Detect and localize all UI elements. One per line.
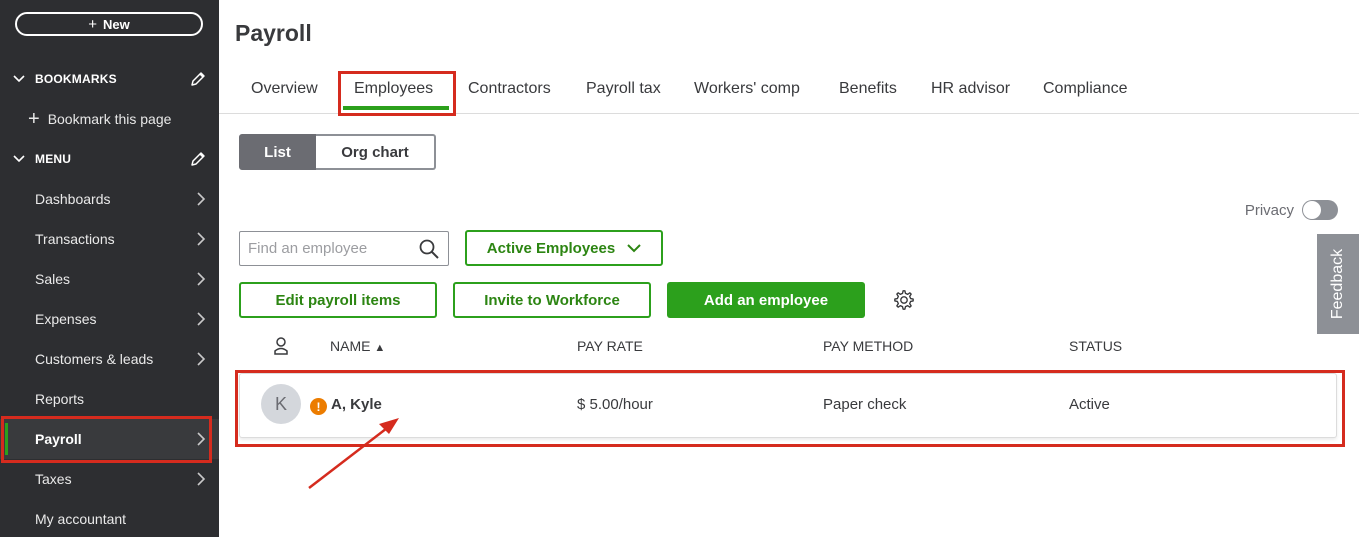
- sidebar-item-label: Payroll: [35, 431, 82, 447]
- pencil-icon[interactable]: [189, 150, 207, 168]
- avatar: K: [261, 384, 301, 424]
- sidebar-item-taxes[interactable]: Taxes: [0, 459, 219, 499]
- table-row[interactable]: K ! A, Kyle $ 5.00/hour Paper check Acti…: [239, 373, 1337, 438]
- sidebar-item-label: My accountant: [35, 511, 127, 527]
- tab-benefits[interactable]: Benefits: [839, 80, 897, 98]
- privacy-toggle[interactable]: [1302, 200, 1338, 220]
- employee-search: [239, 231, 449, 266]
- plus-icon: +: [28, 108, 40, 130]
- page-title: Payroll: [235, 20, 312, 46]
- active-tab-indicator: [343, 106, 449, 110]
- invite-to-workforce-button[interactable]: Invite to Workforce: [453, 282, 651, 318]
- sidebar-item-payroll[interactable]: Payroll: [0, 419, 219, 459]
- feedback-tab[interactable]: Feedback: [1317, 234, 1359, 334]
- edit-payroll-items-button[interactable]: Edit payroll items: [239, 282, 437, 318]
- chevron-right-icon: [197, 232, 206, 246]
- sidebar-item-label: Dashboards: [35, 191, 111, 207]
- sidebar-item-my-accountant[interactable]: My accountant: [0, 499, 219, 537]
- chevron-right-icon: [197, 352, 206, 366]
- sidebar-item-label: Sales: [35, 271, 71, 287]
- main-content: Payroll Overview Employees Contractors P…: [219, 0, 1359, 537]
- chevron-right-icon: [197, 272, 206, 286]
- menu-section-header[interactable]: MENU: [12, 149, 212, 169]
- chevron-right-icon: [197, 312, 206, 326]
- sidebar-item-label: Reports: [35, 391, 85, 407]
- bookmarks-section-header[interactable]: BOOKMARKS: [12, 69, 212, 89]
- sidebar-item-dashboards[interactable]: Dashboards: [0, 179, 219, 219]
- status-column-header[interactable]: STATUS: [1069, 338, 1122, 354]
- privacy-control: Privacy: [1245, 200, 1338, 220]
- view-toggle: List Org chart: [239, 134, 436, 170]
- bookmarks-label: BOOKMARKS: [35, 72, 117, 86]
- gear-icon[interactable]: [893, 289, 915, 311]
- chevron-down-icon: [627, 244, 641, 253]
- tab-compliance[interactable]: Compliance: [1043, 80, 1127, 98]
- pay-method-column-header[interactable]: PAY METHOD: [823, 338, 913, 354]
- chevron-down-icon: [13, 155, 25, 163]
- tab-workers-comp[interactable]: Workers' comp: [694, 80, 800, 98]
- name-column-label: NAME: [330, 338, 371, 354]
- sidebar-item-transactions[interactable]: Transactions: [0, 219, 219, 259]
- search-icon[interactable]: [418, 238, 440, 260]
- tab-contractors[interactable]: Contractors: [468, 80, 551, 98]
- sidebar-item-label: Customers & leads: [35, 351, 154, 367]
- tab-bar: Overview Employees Contractors Payroll t…: [219, 70, 1359, 116]
- table-header: NAME ▲ PAY RATE PAY METHOD STATUS: [239, 336, 1319, 358]
- plus-icon: +: [88, 15, 98, 33]
- new-button[interactable]: + New: [15, 12, 203, 36]
- bookmark-this-page-label: Bookmark this page: [47, 111, 172, 127]
- search-input[interactable]: [248, 240, 418, 257]
- tab-overview[interactable]: Overview: [251, 80, 318, 98]
- status-value: Active: [1069, 396, 1110, 413]
- privacy-label: Privacy: [1244, 201, 1294, 219]
- sort-ascending-icon: ▲: [374, 342, 386, 354]
- menu-label: MENU: [35, 152, 72, 166]
- chevron-right-icon: [197, 472, 206, 486]
- sidebar-item-reports[interactable]: Reports: [0, 379, 219, 419]
- list-view-button[interactable]: List: [239, 134, 316, 170]
- dropdown-label: Active Employees: [486, 239, 616, 257]
- chevron-right-icon: [197, 192, 206, 206]
- chevron-down-icon: [13, 75, 25, 83]
- sidebar-item-sales[interactable]: Sales: [0, 259, 219, 299]
- new-button-label: New: [103, 16, 130, 32]
- tab-hr-advisor[interactable]: HR advisor: [931, 80, 1010, 98]
- warning-icon[interactable]: !: [310, 398, 327, 415]
- pay-method-value: Paper check: [823, 396, 907, 413]
- employee-name[interactable]: A, Kyle: [331, 396, 382, 413]
- person-icon: [274, 337, 288, 355]
- sidebar-item-label: Expenses: [35, 311, 97, 327]
- sidebar-item-label: Transactions: [35, 231, 115, 247]
- chevron-right-icon: [197, 432, 206, 446]
- sidebar-item-expenses[interactable]: Expenses: [0, 299, 219, 339]
- name-column-header[interactable]: NAME ▲: [330, 338, 385, 354]
- tab-employees[interactable]: Employees: [354, 80, 433, 98]
- sidebar: + New BOOKMARKS + Bookmark this page MEN…: [0, 0, 219, 537]
- active-employees-dropdown[interactable]: Active Employees: [465, 230, 663, 266]
- org-chart-view-button[interactable]: Org chart: [316, 134, 436, 170]
- sidebar-item-customers-leads[interactable]: Customers & leads: [0, 339, 219, 379]
- tab-payroll-tax[interactable]: Payroll tax: [586, 80, 661, 98]
- feedback-label: Feedback: [1329, 248, 1347, 320]
- sidebar-item-label: Taxes: [35, 471, 72, 487]
- pay-rate-value: $ 5.00/hour: [577, 396, 653, 413]
- pencil-icon[interactable]: [189, 70, 207, 88]
- pay-rate-column-header[interactable]: PAY RATE: [577, 338, 643, 354]
- add-employee-button[interactable]: Add an employee: [667, 282, 865, 318]
- bookmark-this-page[interactable]: + Bookmark this page: [28, 108, 171, 130]
